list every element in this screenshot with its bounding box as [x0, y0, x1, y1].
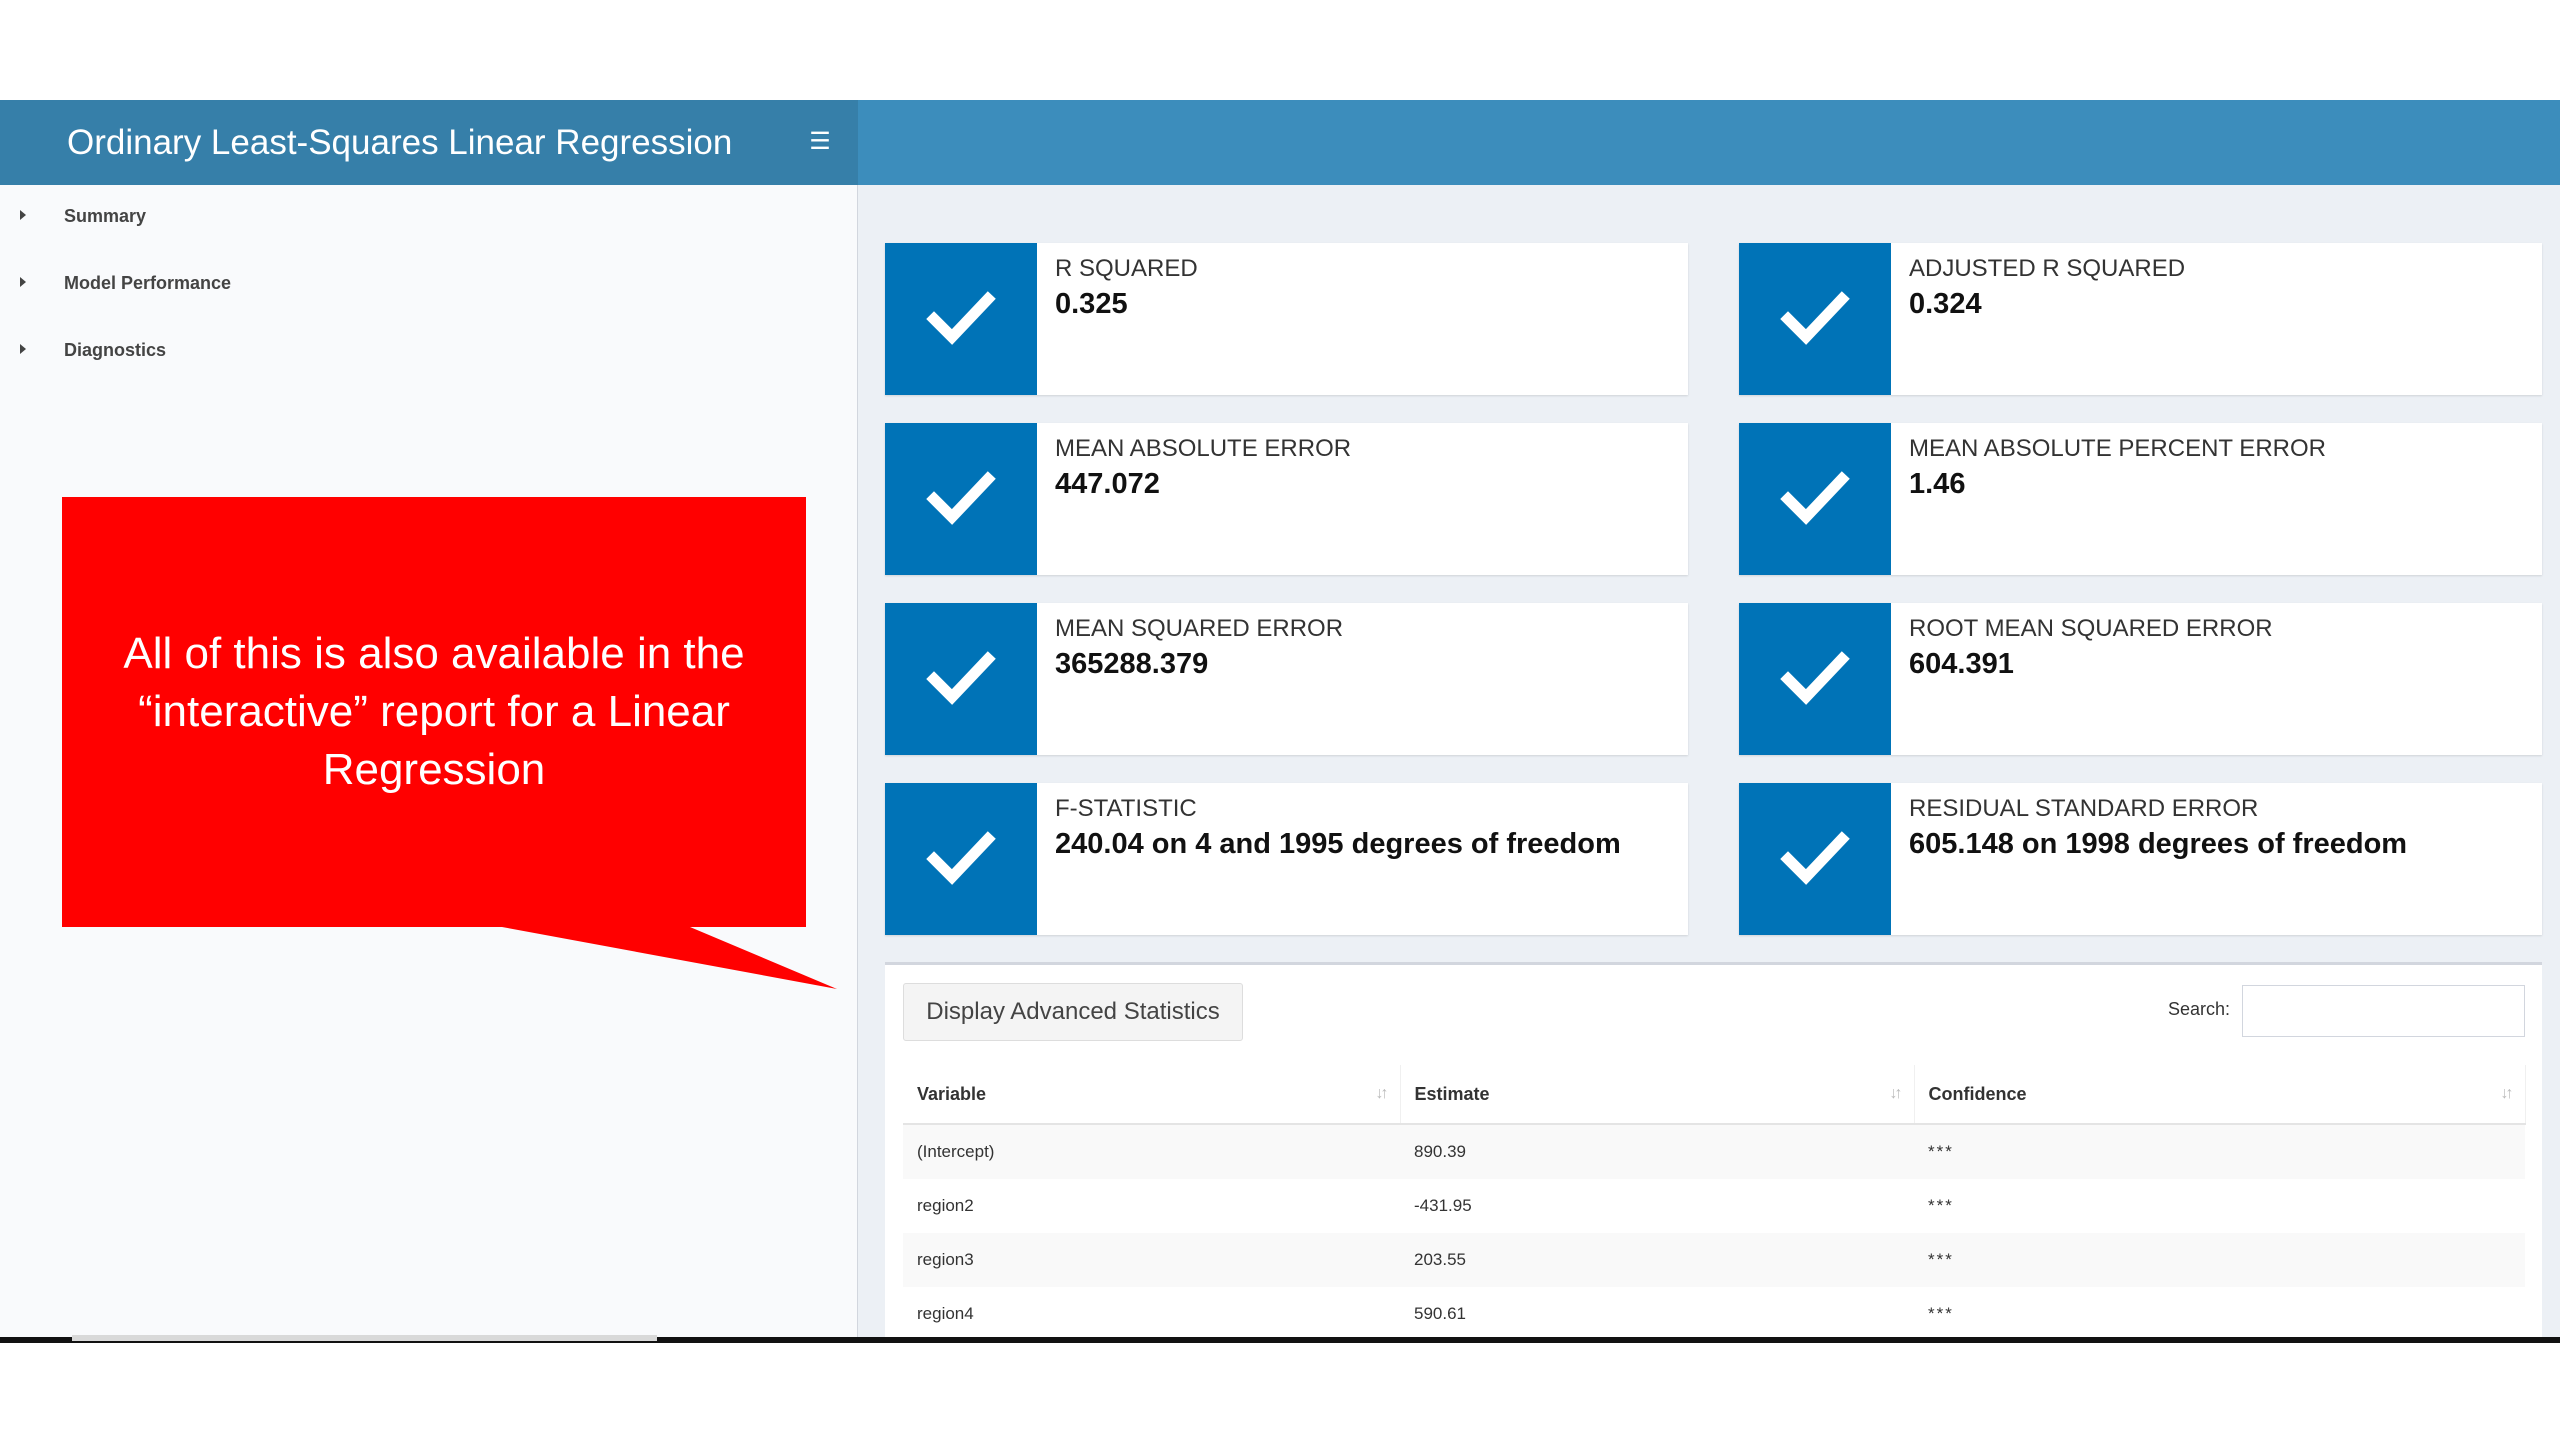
top-header: Ordinary Least-Squares Linear Regression… [0, 100, 2560, 185]
metric-box-r-squared: R SQUARED 0.325 [885, 243, 1688, 395]
coefficients-panel: Display Advanced Statistics Search: Vari… [885, 962, 2542, 1340]
column-header-label: Confidence [1928, 1083, 2027, 1104]
metric-value: 1.46 [1909, 468, 1966, 500]
check-icon [1739, 243, 1891, 395]
table-row: region2 -431.95 *** [903, 1179, 2525, 1233]
check-icon [1739, 783, 1891, 935]
metric-label: ROOT MEAN SQUARED ERROR [1909, 615, 2273, 642]
cell-estimate: 590.61 [1414, 1304, 1466, 1323]
column-header-estimate[interactable]: Estimate ↓↑ [1400, 1065, 1915, 1125]
metric-value: 0.325 [1055, 288, 1128, 320]
cell-confidence: *** [1928, 1304, 1954, 1323]
metric-label: R SQUARED [1055, 255, 1198, 282]
cell-variable: region2 [917, 1196, 974, 1215]
display-advanced-statistics-button[interactable]: Display Advanced Statistics [903, 983, 1243, 1041]
metric-value: 604.391 [1909, 648, 2014, 680]
sort-icon[interactable]: ↓↑ [1376, 1085, 1389, 1103]
metric-value: 0.324 [1909, 288, 1982, 320]
check-icon [1739, 423, 1891, 575]
metric-box-f-statistic: F-STATISTIC 240.04 on 4 and 1995 degrees… [885, 783, 1688, 935]
sidebar-item-label: Summary [64, 206, 147, 226]
app-title: Ordinary Least-Squares Linear Regression [0, 100, 858, 185]
sidebar: Summary Model Performance Diagnostics Al… [0, 185, 858, 1340]
metric-label: MEAN ABSOLUTE PERCENT ERROR [1909, 435, 2326, 462]
cell-estimate: 890.39 [1400, 1124, 1914, 1179]
sidebar-item-summary[interactable]: Summary [20, 196, 800, 236]
cell-estimate: -431.95 [1414, 1196, 1472, 1215]
metric-value: 605.148 on 1998 degrees of freedom [1909, 828, 2408, 860]
app-window: Ordinary Least-Squares Linear Regression… [0, 100, 2560, 1340]
metric-box-root-mean-squared-error: ROOT MEAN SQUARED ERROR 604.391 [1739, 603, 2542, 755]
search-input[interactable] [2242, 985, 2525, 1037]
table-row: region3 203.55 *** [903, 1233, 2525, 1287]
search-label: Search: [2168, 999, 2231, 1019]
check-icon [885, 783, 1037, 935]
table-row: (Intercept) 890.39 *** [903, 1124, 2525, 1179]
check-icon [885, 243, 1037, 395]
caret-right-icon [20, 277, 26, 288]
metric-box-mean-absolute-error: MEAN ABSOLUTE ERROR 447.072 [885, 423, 1688, 575]
metric-value: 240.04 on 4 and 1995 degrees of freedom [1055, 828, 1621, 860]
metric-value: 447.072 [1055, 468, 1160, 500]
column-header-confidence[interactable]: Confidence ↓↑ [1914, 1065, 2526, 1125]
metric-label: MEAN ABSOLUTE ERROR [1055, 435, 1352, 462]
metric-value: 365288.379 [1055, 648, 1209, 680]
check-icon [1739, 603, 1891, 755]
column-header-label: Estimate [1414, 1083, 1490, 1104]
hamburger-icon[interactable]: ☰ [800, 122, 840, 162]
metric-label: ADJUSTED R SQUARED [1909, 255, 2186, 282]
callout-text: All of this is also available in the “in… [123, 629, 745, 794]
cell-confidence: *** [1914, 1124, 2525, 1179]
horizontal-scrollbar-thumb[interactable] [72, 1335, 657, 1341]
sort-icon[interactable]: ↓↑ [1890, 1085, 1903, 1103]
metric-box-mean-squared-error: MEAN SQUARED ERROR 365288.379 [885, 603, 1688, 755]
caret-right-icon [20, 344, 26, 355]
table-row: region4 590.61 *** [903, 1287, 2525, 1340]
check-icon [885, 423, 1037, 575]
column-header-variable[interactable]: Variable ↓↑ [903, 1065, 1401, 1125]
metric-label: F-STATISTIC [1055, 795, 1197, 822]
cell-variable: region4 [917, 1304, 974, 1323]
cell-confidence: *** [1914, 1233, 2525, 1287]
metric-label: RESIDUAL STANDARD ERROR [1909, 795, 2259, 822]
column-header-label: Variable [917, 1083, 987, 1104]
sidebar-item-label: Model Performance [64, 273, 232, 293]
cell-confidence: *** [1928, 1196, 1954, 1215]
table-header-row: Variable ↓↑ Estimate ↓↑ Confidence ↓↑ [903, 1065, 2526, 1125]
metric-box-residual-standard-error: RESIDUAL STANDARD ERROR 605.148 on 1998 … [1739, 783, 2542, 935]
metric-label: MEAN SQUARED ERROR [1055, 615, 1344, 642]
sidebar-item-label: Diagnostics [64, 340, 167, 360]
sidebar-item-model-performance[interactable]: Model Performance [20, 263, 800, 303]
cell-variable: region3 [903, 1233, 1400, 1287]
check-icon [885, 603, 1037, 755]
sidebar-item-diagnostics[interactable]: Diagnostics [20, 330, 800, 370]
caret-right-icon [20, 210, 26, 221]
cell-estimate: 203.55 [1400, 1233, 1914, 1287]
cell-variable: (Intercept) [903, 1124, 1400, 1179]
metric-box-mean-absolute-percent-error: MEAN ABSOLUTE PERCENT ERROR 1.46 [1739, 423, 2542, 575]
sort-icon[interactable]: ↓↑ [2501, 1085, 2514, 1103]
metric-box-adjusted-r-squared: ADJUSTED R SQUARED 0.324 [1739, 243, 2542, 395]
coefficients-table: Variable ↓↑ Estimate ↓↑ Confidence ↓↑ (Inte… [903, 1065, 2526, 1340]
